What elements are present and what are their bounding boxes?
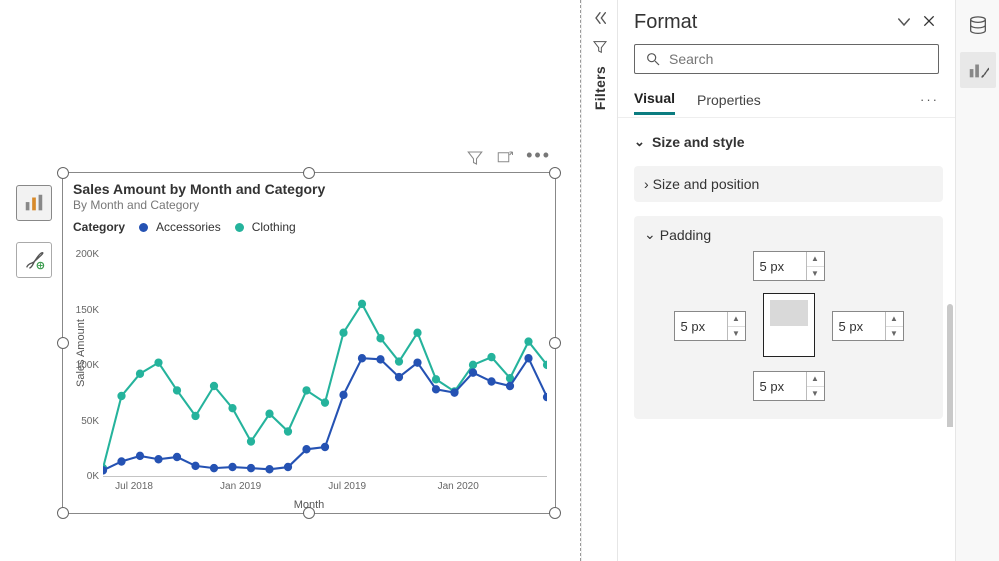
- expand-filters-icon[interactable]: [592, 10, 608, 31]
- padding-top-value: 5 px: [760, 259, 785, 274]
- card-head-padding[interactable]: ⌄ Padding: [644, 226, 933, 243]
- format-tabs: Visual Properties ···: [618, 80, 955, 118]
- visual-focus-icon[interactable]: [496, 149, 514, 170]
- step-down-icon[interactable]: ▼: [886, 327, 903, 341]
- y-axis-label: Sales Amount: [75, 319, 87, 387]
- stepper[interactable]: ▲▼: [806, 252, 824, 280]
- close-pane-button[interactable]: [921, 13, 939, 31]
- padding-right-value: 5 px: [839, 319, 864, 334]
- padding-top-input[interactable]: 5 px ▲▼: [753, 251, 825, 281]
- step-down-icon[interactable]: ▼: [807, 387, 824, 401]
- legend-dot-clothing: [235, 223, 244, 232]
- chart-subtitle: By Month and Category: [73, 198, 545, 212]
- tab-visual[interactable]: Visual: [634, 90, 675, 115]
- scrollbar-thumb[interactable]: [947, 304, 953, 427]
- padding-bottom-input[interactable]: 5 px ▲▼: [753, 371, 825, 401]
- x-tick: Jan 2019: [220, 481, 261, 492]
- y-tick: 0K: [65, 471, 99, 482]
- chart-svg: [103, 255, 547, 477]
- chart-legend: Category Accessories Clothing: [73, 220, 545, 234]
- funnel-icon: [466, 149, 484, 167]
- collapse-pane-button[interactable]: [895, 13, 913, 31]
- card-label: Size and position: [653, 176, 760, 192]
- focus-mode-icon: [496, 149, 514, 167]
- bar-chart-icon: [23, 192, 45, 214]
- padding-preview-box: [763, 293, 815, 357]
- format-search-box[interactable]: [634, 44, 939, 74]
- card-size-and-position: › Size and position: [634, 166, 943, 202]
- step-up-icon[interactable]: ▲: [807, 372, 824, 387]
- legend-label-accessories: Accessories: [156, 220, 221, 234]
- stepper[interactable]: ▲▼: [806, 372, 824, 400]
- chart-visual[interactable]: ••• Sales Amount by Month and Category B…: [62, 172, 556, 514]
- format-tabs-more[interactable]: ···: [920, 92, 939, 113]
- chevron-down-icon: ⌄: [644, 226, 656, 243]
- legend-title: Category: [73, 220, 125, 234]
- filters-pane-label: Filters: [592, 66, 608, 110]
- canvas-visual-type-button[interactable]: [16, 185, 52, 221]
- chevron-down-icon: ⌄: [634, 134, 648, 150]
- plot-area: 0K 50K 100K 150K 200K Jul 2018 Jan 2019 …: [103, 255, 547, 477]
- legend-dot-accessories: [139, 223, 148, 232]
- format-pane: Format Visual Properties ··· ⌄ Size and …: [617, 0, 955, 561]
- visualizations-rail: [955, 0, 999, 561]
- visual-filter-icon[interactable]: [466, 149, 484, 170]
- chevron-down-icon: [895, 13, 913, 31]
- padding-bottom-value: 5 px: [760, 379, 785, 394]
- funnel-icon: [592, 39, 608, 55]
- x-tick: Jan 2020: [438, 481, 479, 492]
- step-up-icon[interactable]: ▲: [807, 252, 824, 267]
- y-tick: 200K: [65, 249, 99, 260]
- format-search-input[interactable]: [669, 51, 928, 67]
- paint-brush-icon: [23, 249, 45, 271]
- y-tick: 50K: [65, 416, 99, 427]
- section-label: Size and style: [652, 134, 745, 150]
- padding-left-value: 5 px: [681, 319, 706, 334]
- card-label: Padding: [660, 227, 711, 243]
- report-canvas[interactable]: ••• Sales Amount by Month and Category B…: [0, 0, 580, 561]
- step-down-icon[interactable]: ▼: [807, 267, 824, 281]
- format-header: Format: [618, 0, 955, 40]
- format-pane-button[interactable]: [960, 52, 996, 88]
- database-icon: [967, 15, 989, 37]
- card-head-size-and-position[interactable]: › Size and position: [644, 176, 933, 192]
- padding-control: 5 px ▲▼ 5 px ▲▼ 5 px ▲▼ 5 px ▲▼: [674, 251, 904, 401]
- section-size-and-style[interactable]: ⌄ Size and style: [634, 126, 943, 158]
- format-title: Format: [634, 11, 887, 34]
- visual-more-icon[interactable]: •••: [526, 145, 551, 166]
- padding-left-input[interactable]: 5 px ▲▼: [674, 311, 746, 341]
- y-tick: 100K: [65, 360, 99, 371]
- step-down-icon[interactable]: ▼: [728, 327, 745, 341]
- filters-pane-collapsed[interactable]: Filters: [581, 0, 617, 561]
- y-tick: 150K: [65, 305, 99, 316]
- bar-paint-icon: [967, 59, 989, 81]
- chevrons-left-icon: [592, 10, 608, 26]
- data-pane-button[interactable]: [960, 8, 996, 44]
- visual-action-bar: •••: [466, 149, 551, 170]
- x-tick: Jul 2019: [328, 481, 366, 492]
- filters-funnel-icon: [592, 39, 608, 58]
- step-up-icon[interactable]: ▲: [728, 312, 745, 327]
- chevron-right-icon: ›: [644, 176, 649, 192]
- padding-right-input[interactable]: 5 px ▲▼: [832, 311, 904, 341]
- canvas-paint-button[interactable]: [16, 242, 52, 278]
- chart-area: Sales Amount by Month and Category By Mo…: [63, 173, 555, 513]
- x-tick: Jul 2018: [115, 481, 153, 492]
- format-sections: ⌄ Size and style › Size and position ⌄ P…: [618, 118, 955, 427]
- stepper[interactable]: ▲▼: [727, 312, 745, 340]
- step-up-icon[interactable]: ▲: [886, 312, 903, 327]
- x-axis-label: Month: [294, 499, 325, 511]
- chart-title: Sales Amount by Month and Category: [73, 181, 545, 197]
- search-icon: [645, 51, 661, 67]
- legend-label-clothing: Clothing: [252, 220, 296, 234]
- close-icon: [921, 13, 937, 29]
- card-padding: ⌄ Padding 5 px ▲▼ 5 px ▲▼ 5 px ▲▼ 5: [634, 216, 943, 419]
- stepper[interactable]: ▲▼: [885, 312, 903, 340]
- tab-properties[interactable]: Properties: [697, 92, 761, 114]
